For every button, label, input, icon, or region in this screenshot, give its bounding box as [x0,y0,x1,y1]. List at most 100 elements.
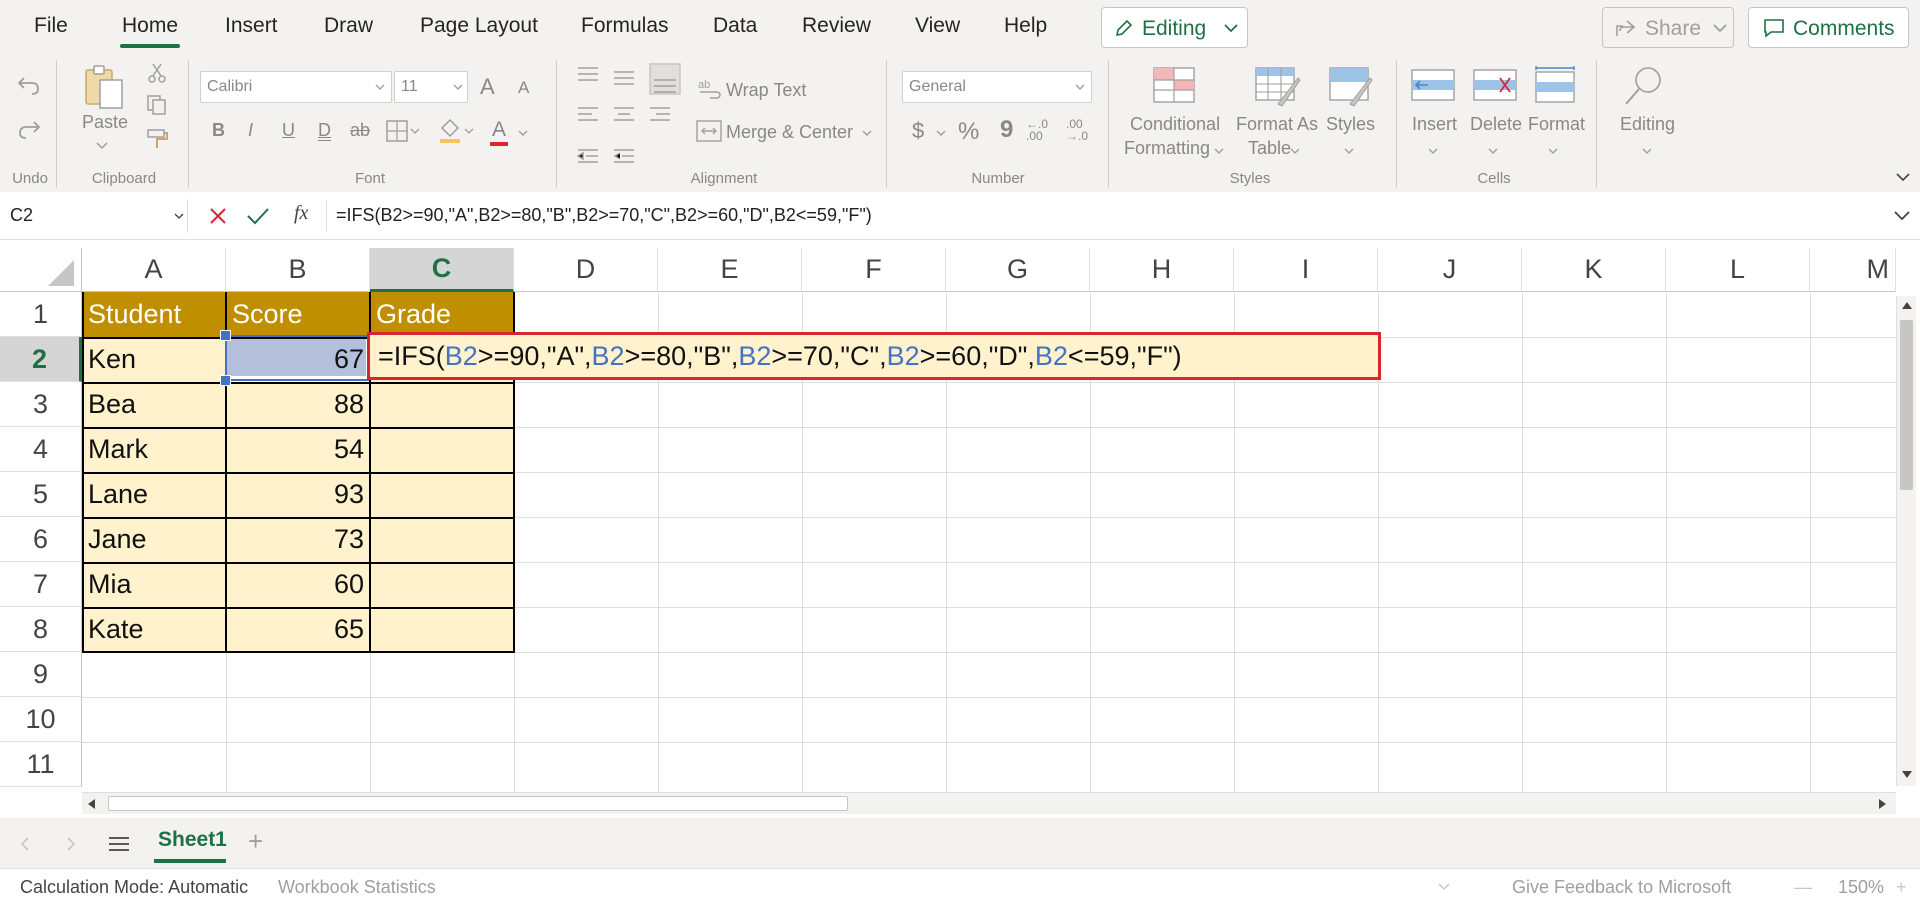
cell-a4[interactable]: Mark [82,427,226,472]
cell-c2-formula-editor[interactable]: =IFS(B2 >=90,"A", B2 >=80,"B", B2 >=70,"C", B2… [367,332,1381,380]
name-box[interactable]: C2 [6,199,188,233]
expand-formula-bar-icon[interactable] [1894,210,1910,221]
column-header-g[interactable]: G [946,248,1090,292]
fill-color-icon[interactable] [438,118,474,144]
cell-c6[interactable] [370,517,514,562]
tab-review[interactable]: Review [802,14,871,38]
cell-c8[interactable] [370,607,514,652]
column-header-j[interactable]: J [1378,248,1522,292]
font-size-dropdown[interactable]: 11 [394,71,468,103]
row-header-1[interactable]: 1 [0,292,82,337]
tab-home[interactable]: Home [122,14,178,38]
copy-icon[interactable] [146,94,168,116]
cell-b3[interactable]: 88 [226,382,370,427]
currency-button[interactable]: $ [912,118,924,144]
worksheet-grid[interactable]: A B C D E F G H I J K L M 1 2 3 4 5 6 7 … [0,240,1920,792]
tab-data[interactable]: Data [713,14,757,38]
paste-label[interactable]: Paste [82,112,128,133]
tab-help[interactable]: Help [1004,14,1047,38]
editing-group-button[interactable]: Editing [1620,114,1675,135]
cell-a5[interactable]: Lane [82,472,226,517]
comments-button[interactable]: Comments [1748,7,1909,48]
prev-sheet-icon[interactable] [20,836,30,852]
column-header-l[interactable]: L [1666,248,1810,292]
column-header-b[interactable]: B [226,248,370,292]
scroll-up-icon[interactable] [1901,300,1913,310]
cell-a6[interactable]: Jane [82,517,226,562]
row-header-5[interactable]: 5 [0,472,82,517]
insert-cells-label[interactable]: Insert [1412,114,1457,135]
row-header-2[interactable]: 2 [0,337,82,382]
decrease-decimal-button[interactable]: .00 →.0 [1066,118,1096,142]
sheet-tab-sheet1[interactable]: Sheet1 [158,828,227,852]
share-button[interactable]: Share [1602,7,1734,48]
font-color-button[interactable]: A [492,118,506,142]
cell-b4[interactable]: 54 [226,427,370,472]
reference-handle[interactable] [220,330,231,341]
column-header-d[interactable]: D [514,248,658,292]
editing-mode-button[interactable]: Editing [1101,7,1248,48]
format-cells-label[interactable]: Format [1528,114,1585,135]
insert-function-button[interactable]: fx [294,202,308,225]
scroll-right-icon[interactable] [1878,798,1888,810]
double-underline-button[interactable]: D [318,120,331,141]
cell-b8[interactable]: 65 [226,607,370,652]
cell-b1[interactable]: Score [226,292,370,337]
cell-c4[interactable] [370,427,514,472]
row-header-9[interactable]: 9 [0,652,82,697]
collapse-ribbon-icon[interactable] [1896,172,1910,182]
tab-insert[interactable]: Insert [225,14,278,38]
vertical-scrollbar[interactable] [1896,296,1916,786]
increase-decimal-button[interactable]: ←.0 .00 [1026,118,1056,142]
redo-icon[interactable] [16,116,42,142]
horizontal-scroll-thumb[interactable] [108,796,848,811]
borders-icon[interactable] [386,120,420,142]
cut-icon[interactable] [146,62,168,84]
tab-page-layout[interactable]: Page Layout [420,14,538,38]
shrink-font-button[interactable]: A [518,78,529,98]
undo-icon[interactable] [16,72,42,98]
formula-input[interactable]: =IFS(B2>=90,"A",B2>=80,"B",B2>=70,"C",B2… [336,205,872,226]
zoom-level[interactable]: 150% [1838,877,1884,898]
next-sheet-icon[interactable] [66,836,76,852]
vertical-scroll-thumb[interactable] [1900,320,1913,490]
cell-b5[interactable]: 93 [226,472,370,517]
cell-a8[interactable]: Kate [82,607,226,652]
row-header-11[interactable]: 11 [0,742,82,787]
format-as-table-label-2[interactable]: Table [1248,138,1291,159]
format-painter-icon[interactable] [146,128,170,150]
tab-formulas[interactable]: Formulas [581,14,669,38]
add-sheet-button[interactable]: + [248,826,263,857]
cell-c3[interactable] [370,382,514,427]
enter-check-icon[interactable] [246,206,270,226]
column-header-i[interactable]: I [1234,248,1378,292]
chevron-down-icon[interactable] [1438,883,1450,891]
row-header-7[interactable]: 7 [0,562,82,607]
tab-draw[interactable]: Draw [324,14,373,38]
cell-b6[interactable]: 73 [226,517,370,562]
all-sheets-menu-icon[interactable] [108,836,130,852]
row-header-6[interactable]: 6 [0,517,82,562]
reference-handle[interactable] [220,375,231,386]
bold-button[interactable]: B [212,120,225,141]
zoom-out-button[interactable]: — [1794,877,1812,898]
wrap-text-button[interactable]: Wrap Text [726,80,806,101]
row-header-10[interactable]: 10 [0,697,82,742]
cell-styles-label[interactable]: Styles [1326,114,1375,135]
tab-view[interactable]: View [915,14,960,38]
format-as-table-label-1[interactable]: Format As [1236,114,1318,135]
cancel-icon[interactable] [208,206,228,226]
feedback-button[interactable]: Give Feedback to Microsoft [1512,877,1731,898]
cell-a2[interactable]: Ken [82,337,226,382]
grow-font-button[interactable]: A [480,74,495,100]
font-name-dropdown[interactable]: Calibri [200,71,392,103]
cell-a7[interactable]: Mia [82,562,226,607]
number-format-dropdown[interactable]: General [902,71,1092,103]
cell-a3[interactable]: Bea [82,382,226,427]
percent-button[interactable]: % [958,118,979,146]
tab-file[interactable]: File [34,14,68,38]
conditional-formatting-label-1[interactable]: Conditional [1130,114,1220,135]
cell-b7[interactable]: 60 [226,562,370,607]
zoom-in-button[interactable]: + [1896,877,1907,898]
italic-button[interactable]: I [248,120,253,141]
